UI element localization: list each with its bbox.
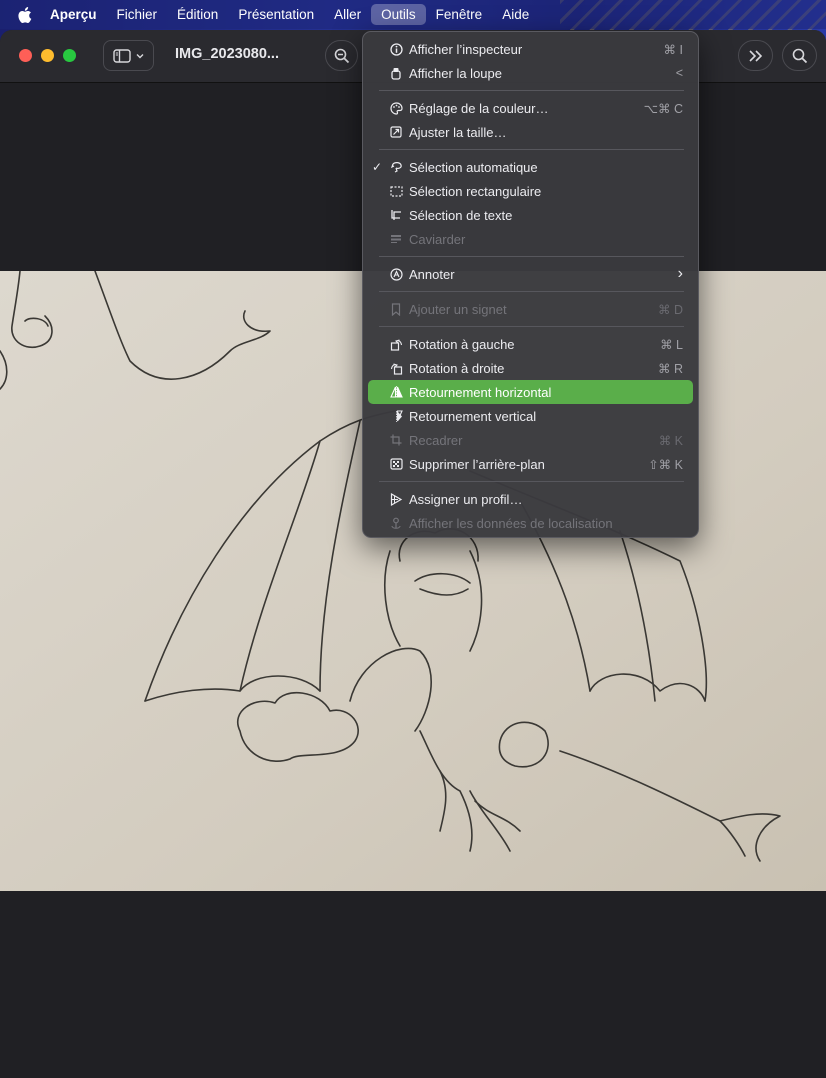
menu-item-annoter[interactable]: Annoter ›	[368, 262, 693, 286]
chevron-down-icon	[136, 53, 144, 58]
menu-item-retournement-horizontal[interactable]: Retournement horizontal	[368, 380, 693, 404]
menu-separator	[379, 90, 684, 91]
text-select-icon	[389, 208, 403, 222]
menu-outils[interactable]: Outils	[371, 4, 426, 25]
document-title: IMG_2023080...	[175, 46, 279, 62]
menu-item-label: Assigner un profil…	[409, 491, 523, 507]
menu-aide[interactable]: Aide	[492, 4, 539, 25]
zoom-out-button[interactable]	[325, 40, 358, 71]
resize-icon	[389, 125, 403, 139]
menu-separator	[379, 326, 684, 327]
apple-menu-icon[interactable]	[16, 6, 32, 24]
menu-item-reglage-couleur[interactable]: Réglage de la couleur… ⌥⌘ C	[368, 96, 693, 120]
menu-separator	[379, 291, 684, 292]
redact-icon	[389, 232, 403, 246]
menu-item-label: Sélection de texte	[409, 207, 513, 223]
menu-item-supprimer-arriere-plan[interactable]: Supprimer l’arrière-plan ⇧⌘ K	[368, 452, 693, 476]
menu-item-shortcut: <	[675, 66, 683, 80]
menu-item-label: Réglage de la couleur…	[409, 100, 549, 116]
lasso-icon	[389, 160, 403, 174]
menu-item-afficher-loupe[interactable]: Afficher la loupe <	[368, 61, 693, 85]
menu-edition[interactable]: Édition	[167, 4, 228, 25]
palette-icon	[389, 101, 403, 115]
menu-bar: Aperçu Fichier Édition Présentation Alle…	[0, 0, 826, 29]
submenu-chevron-icon: ›	[677, 265, 683, 282]
menu-item-afficher-inspecteur[interactable]: Afficher l’inspecteur ⌘ I	[368, 37, 693, 61]
double-chevron-right-icon	[748, 49, 762, 62]
menu-item-shortcut: ⇧⌘ K	[648, 457, 683, 472]
annotate-icon	[389, 267, 403, 281]
menu-item-label: Rotation à gauche	[409, 336, 515, 352]
sidebar-toggle-button[interactable]	[103, 40, 154, 71]
search-button[interactable]	[782, 40, 817, 71]
flip-vertical-icon	[389, 409, 403, 423]
remove-background-icon	[389, 457, 403, 471]
search-icon	[792, 48, 807, 63]
rotate-right-icon	[389, 361, 403, 375]
menu-item-label: Ajuster la taille…	[409, 124, 507, 140]
menu-item-label: Afficher l’inspecteur	[409, 41, 523, 57]
sidebar-icon	[113, 48, 131, 63]
menu-item-selection-texte[interactable]: Sélection de texte	[368, 203, 693, 227]
menu-item-shortcut: ⌥⌘ C	[643, 101, 683, 116]
tools-menu: Afficher l’inspecteur ⌘ I Afficher la lo…	[362, 31, 699, 538]
menu-item-recadrer: Recadrer ⌘ K	[368, 428, 693, 452]
menu-separator	[379, 481, 684, 482]
crop-icon	[389, 433, 403, 447]
bookmark-icon	[389, 302, 403, 316]
menu-item-ajouter-signet: Ajouter un signet ⌘ D	[368, 297, 693, 321]
menu-item-rotation-gauche[interactable]: Rotation à gauche ⌘ L	[368, 332, 693, 356]
menu-aller[interactable]: Aller	[324, 4, 371, 25]
menu-item-shortcut: ⌘ R	[658, 361, 683, 376]
menu-item-label: Afficher la loupe	[409, 65, 502, 81]
zoom-window-button[interactable]	[63, 49, 76, 62]
close-window-button[interactable]	[19, 49, 32, 62]
menu-item-ajuster-taille[interactable]: Ajuster la taille…	[368, 120, 693, 144]
profile-icon	[389, 492, 403, 506]
menu-item-label: Retournement horizontal	[409, 384, 552, 400]
menu-item-shortcut: ⌘ I	[663, 42, 683, 57]
menu-item-selection-automatique[interactable]: ✓ Sélection automatique	[368, 155, 693, 179]
menu-item-caviarder: Caviarder	[368, 227, 693, 251]
menu-app-name[interactable]: Aperçu	[50, 4, 107, 25]
flip-horizontal-icon	[389, 385, 403, 399]
menu-fichier[interactable]: Fichier	[107, 4, 168, 25]
menu-item-label: Afficher les données de localisation	[409, 515, 613, 531]
menu-item-shortcut: ⌘ L	[660, 337, 683, 352]
menu-item-shortcut: ⌘ K	[658, 433, 683, 448]
info-icon	[389, 42, 403, 56]
menu-item-label: Rotation à droite	[409, 360, 505, 376]
rect-select-icon	[389, 184, 403, 198]
menu-item-label: Caviarder	[409, 231, 466, 247]
more-toolbar-button[interactable]	[738, 40, 773, 71]
menu-item-label: Sélection rectangulaire	[409, 183, 542, 199]
rotate-left-icon	[389, 337, 403, 351]
menu-fenetre[interactable]: Fenêtre	[426, 4, 493, 25]
checkmark-icon: ✓	[372, 160, 383, 174]
loupe-icon	[389, 66, 403, 80]
menu-item-label: Recadrer	[409, 432, 463, 448]
menu-separator	[379, 256, 684, 257]
menu-item-label: Annoter	[409, 266, 455, 282]
menu-item-label: Sélection automatique	[409, 159, 538, 175]
zoom-out-icon	[334, 48, 349, 63]
menu-item-label: Ajouter un signet	[409, 301, 507, 317]
location-icon	[389, 516, 403, 530]
menu-item-retournement-vertical[interactable]: Retournement vertical	[368, 404, 693, 428]
menu-item-shortcut: ⌘ D	[658, 302, 683, 317]
menu-item-label: Supprimer l’arrière-plan	[409, 456, 545, 472]
minimize-window-button[interactable]	[41, 49, 54, 62]
menu-item-rotation-droite[interactable]: Rotation à droite ⌘ R	[368, 356, 693, 380]
menu-item-assigner-profil[interactable]: Assigner un profil…	[368, 487, 693, 511]
menu-item-afficher-localisation: Afficher les données de localisation	[368, 511, 693, 535]
menu-presentation[interactable]: Présentation	[228, 4, 324, 25]
menu-item-label: Retournement vertical	[409, 408, 537, 424]
menu-separator	[379, 149, 684, 150]
menu-item-selection-rectangulaire[interactable]: Sélection rectangulaire	[368, 179, 693, 203]
